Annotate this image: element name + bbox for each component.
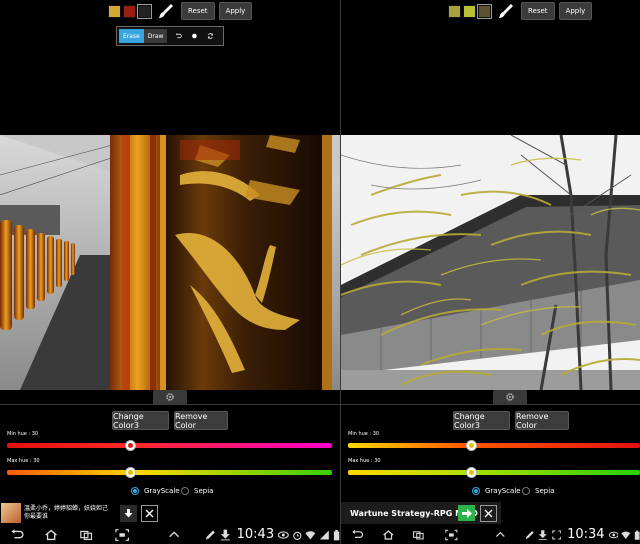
- change-color-button[interactable]: Change Color3: [112, 411, 169, 430]
- screenshot-status-icon: [551, 530, 561, 539]
- arrow-right-icon: [461, 508, 472, 518]
- max-hue-label: Max hue : 30: [7, 458, 40, 464]
- alarm-status-icon: [293, 531, 302, 540]
- change-color-button[interactable]: Change Color3: [453, 411, 510, 430]
- eye-status-icon: [278, 530, 289, 539]
- color-swatch-2[interactable]: [463, 4, 476, 18]
- recent-apps-icon[interactable]: [412, 528, 425, 542]
- max-hue-slider[interactable]: [7, 470, 332, 475]
- settings-tab[interactable]: [493, 390, 527, 404]
- color-swatch-2[interactable]: [123, 4, 136, 18]
- download-arrow-icon: [124, 508, 133, 517]
- max-hue-label: Max hue : 30: [348, 458, 381, 464]
- apply-button[interactable]: Apply: [558, 2, 593, 20]
- sepia-label: Sepia: [194, 487, 214, 495]
- battery-status-icon: [333, 529, 340, 540]
- sepia-radio[interactable]: [181, 487, 189, 495]
- brush-icon[interactable]: [497, 2, 515, 20]
- system-navbar: 10:43: [0, 525, 340, 544]
- left-editor-screen: Reset Apply Erase Draw Change Color3 Rem…: [0, 0, 340, 544]
- remove-color-button[interactable]: Remove Color: [515, 411, 569, 430]
- grayscale-option[interactable]: GrayScale: [131, 486, 180, 496]
- gear-icon: [506, 393, 514, 401]
- eye-status-icon: [608, 531, 619, 538]
- close-ad-button[interactable]: [141, 504, 158, 522]
- menu-up-icon[interactable]: [167, 528, 181, 542]
- ad-banner[interactable]: 溫柔小乔，婷婷貂蝉，妖娆妲己 你最要谁: [0, 502, 160, 524]
- download-ad-button[interactable]: [120, 504, 137, 522]
- system-navbar: 10:34: [341, 525, 640, 544]
- panel-divider: [341, 404, 640, 405]
- reset-button[interactable]: Reset: [521, 2, 555, 20]
- edited-photo-willow[interactable]: [341, 135, 640, 390]
- ad-text: Wartune Strategy-RPG MMO: [350, 508, 478, 518]
- back-icon[interactable]: [10, 528, 24, 542]
- sepia-label: Sepia: [535, 487, 555, 495]
- grayscale-radio[interactable]: [472, 487, 480, 495]
- signal-status-icon: [320, 530, 329, 539]
- color-swatch-3[interactable]: [137, 3, 152, 19]
- min-hue-label: Min hue : 30: [7, 431, 39, 437]
- color-swatch-1[interactable]: [448, 4, 461, 18]
- back-icon[interactable]: [351, 528, 364, 542]
- home-icon[interactable]: [382, 528, 395, 542]
- download-status-icon: [220, 529, 230, 540]
- top-toolbar: Reset Apply: [448, 2, 596, 20]
- ad-banner[interactable]: Wartune Strategy-RPG MMO: [341, 502, 501, 524]
- close-icon: [484, 509, 493, 517]
- grayscale-option[interactable]: GrayScale: [472, 486, 521, 496]
- screenshot-icon[interactable]: [115, 528, 129, 542]
- top-toolbar: Reset Apply: [108, 2, 256, 20]
- sepia-radio[interactable]: [522, 487, 530, 495]
- apply-button[interactable]: Apply: [218, 2, 253, 20]
- close-icon: [145, 509, 154, 517]
- grayscale-radio[interactable]: [131, 487, 139, 495]
- undo-icon[interactable]: [175, 30, 183, 42]
- min-hue-slider[interactable]: [348, 443, 640, 448]
- wifi-status-icon: [305, 530, 316, 539]
- open-ad-button[interactable]: [458, 505, 475, 521]
- max-hue-thumb[interactable]: [466, 467, 477, 478]
- draw-button[interactable]: Draw: [143, 29, 168, 43]
- settings-tab[interactable]: [153, 390, 187, 404]
- gear-icon: [166, 393, 174, 401]
- min-hue-thumb[interactable]: [466, 440, 477, 451]
- remove-color-button[interactable]: Remove Color: [174, 411, 228, 430]
- max-hue-slider[interactable]: [348, 470, 640, 475]
- grayscale-label: GrayScale: [144, 487, 180, 495]
- screenshot-icon[interactable]: [445, 528, 458, 542]
- ad-thumbnail: [1, 503, 21, 523]
- erase-button[interactable]: Erase: [119, 29, 144, 43]
- wifi-status-icon: [621, 531, 631, 539]
- color-swatch-1[interactable]: [108, 4, 121, 18]
- min-hue-thumb[interactable]: [125, 440, 136, 451]
- clock: 10:34: [567, 527, 605, 542]
- battery-status-icon: [634, 530, 640, 540]
- clock: 10:43: [236, 527, 275, 542]
- sepia-option[interactable]: Sepia: [181, 486, 213, 496]
- download-status-icon: [538, 529, 547, 540]
- edited-photo-lanterns[interactable]: [0, 135, 340, 390]
- right-editor-screen: Reset Apply Change Color3 Remove Color M…: [341, 0, 640, 544]
- brush-size-icon[interactable]: [191, 30, 198, 42]
- sepia-option[interactable]: Sepia: [522, 486, 554, 496]
- grayscale-label: GrayScale: [485, 487, 521, 495]
- home-icon[interactable]: [44, 528, 58, 542]
- brush-options-popup: Erase Draw: [116, 26, 224, 46]
- ad-text: 溫柔小乔，婷婷貂蝉，妖娆妲己 你最要谁: [24, 505, 109, 520]
- min-hue-label: Min hue : 30: [348, 431, 380, 437]
- pencil-status-icon: [525, 530, 534, 539]
- color-swatch-3[interactable]: [477, 3, 492, 19]
- menu-up-icon[interactable]: [494, 528, 507, 542]
- panel-divider: [0, 404, 340, 405]
- refresh-icon[interactable]: [207, 30, 214, 42]
- brush-icon[interactable]: [157, 2, 175, 20]
- pencil-status-icon: [206, 530, 216, 539]
- close-ad-button[interactable]: [480, 504, 497, 522]
- max-hue-thumb[interactable]: [125, 467, 136, 478]
- recent-apps-icon[interactable]: [79, 528, 93, 542]
- min-hue-slider[interactable]: [7, 443, 332, 448]
- reset-button[interactable]: Reset: [181, 2, 215, 20]
